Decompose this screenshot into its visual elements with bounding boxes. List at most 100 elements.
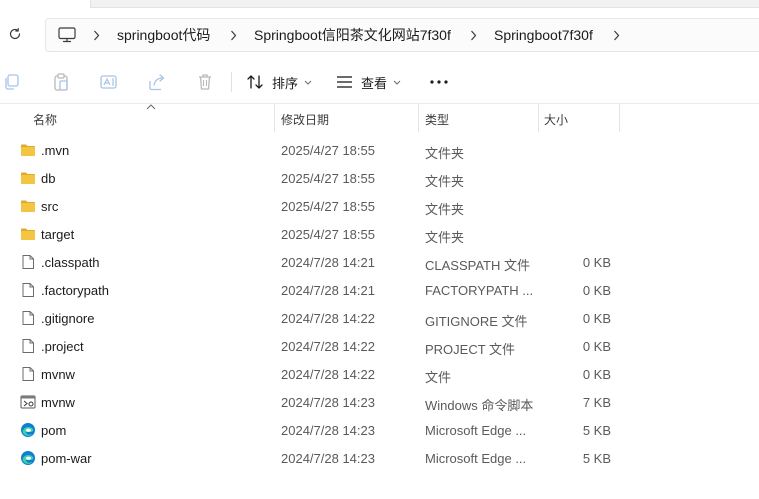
column-divider[interactable] [619, 104, 620, 132]
file-name: src [41, 199, 59, 214]
file-type: GITIGNORE 文件 [425, 314, 528, 329]
file-row[interactable]: .classpath 2024/7/28 14:21 CLASSPATH 文件 0 K… [0, 248, 759, 276]
file-type: Windows 命令脚本 [425, 398, 534, 413]
file-size: 0 KB [582, 283, 611, 298]
file-type: 文件夹 [425, 174, 465, 189]
file-modified-date: 2024/7/28 14:22 [281, 367, 375, 382]
file-row[interactable]: .gitignore 2024/7/28 14:22 GITIGNORE 文件 0 K… [0, 304, 759, 332]
view-button[interactable]: 查看 [336, 70, 401, 94]
sort-icon [247, 75, 263, 89]
file-row[interactable]: src 2025/4/27 18:55 文件夹 [0, 192, 759, 220]
file-size: 0 KB [582, 339, 611, 354]
file-modified-date: 2024/7/28 14:23 [281, 395, 375, 410]
column-header-size[interactable]: 大小 [544, 111, 568, 128]
file-type: 文件夹 [425, 202, 465, 217]
cmd-script-icon [20, 394, 36, 410]
file-icon [20, 282, 36, 298]
this-pc-icon[interactable] [58, 27, 76, 43]
share-icon[interactable] [147, 72, 167, 92]
file-size: 0 KB [582, 367, 611, 382]
previous-toolbar-edge [90, 0, 759, 8]
file-name: .mvn [41, 143, 70, 158]
refresh-icon [9, 28, 21, 40]
column-header-type[interactable]: 类型 [425, 111, 449, 128]
folder-icon [20, 142, 36, 158]
file-type: Microsoft Edge ... [425, 423, 527, 438]
folder-icon [20, 170, 36, 186]
file-row[interactable]: mvnw 2024/7/28 14:22 文件 0 KB [0, 360, 759, 388]
file-type: CLASSPATH 文件 [425, 258, 530, 273]
breadcrumb-item-project-folder[interactable]: Springboot信阳茶文化网站7f30f [254, 26, 451, 44]
column-divider[interactable] [538, 104, 539, 132]
file-size: 5 KB [582, 451, 611, 466]
file-row[interactable]: .factorypath 2024/7/28 14:21 FACTORYPATH .… [0, 276, 759, 304]
more-options-button[interactable] [428, 70, 450, 94]
breadcrumb-item-springboot-code[interactable]: springboot代码 [117, 26, 210, 44]
file-name: .gitignore [41, 311, 95, 326]
delete-icon[interactable] [195, 72, 215, 92]
edge-icon [20, 422, 36, 438]
folder-icon [20, 198, 36, 214]
file-explorer-window: springboot代码 Springboot信阳茶文化网站7f30f Spri… [0, 0, 759, 499]
file-modified-date: 2024/7/28 14:21 [281, 283, 375, 298]
paste-icon[interactable] [51, 72, 71, 92]
column-header-name[interactable]: 名称 [33, 111, 57, 128]
file-type: PROJECT 文件 [425, 342, 516, 357]
file-row[interactable]: pom-war 2024/7/28 14:23 Microsoft Edge ...… [0, 444, 759, 472]
file-type: 文件夹 [425, 146, 465, 161]
file-size: 5 KB [582, 423, 611, 438]
file-modified-date: 2025/4/27 18:55 [281, 199, 375, 214]
file-name: .classpath [41, 255, 100, 270]
edge-icon [20, 450, 36, 466]
toolbar-divider [231, 72, 232, 92]
chevron-down-icon [393, 80, 401, 85]
file-name: pom [41, 423, 67, 438]
file-modified-date: 2024/7/28 14:21 [281, 255, 375, 270]
sort-button[interactable]: 排序 [247, 70, 312, 94]
file-row[interactable]: .mvn 2025/4/27 18:55 文件夹 [0, 136, 759, 164]
file-name: mvnw [41, 367, 75, 382]
file-modified-date: 2025/4/27 18:55 [281, 171, 375, 186]
file-size: 0 KB [582, 255, 611, 270]
file-icon [20, 254, 36, 270]
column-header-row: 名称 修改日期 类型 大小 [0, 104, 759, 132]
copy-icon[interactable] [2, 72, 22, 92]
file-type: FACTORYPATH ... [425, 283, 534, 298]
command-bar: 排序 查看 [0, 60, 759, 104]
address-bar[interactable]: springboot代码 Springboot信阳茶文化网站7f30f Spri… [45, 18, 759, 52]
file-row[interactable]: .project 2024/7/28 14:22 PROJECT 文件 0 KB [0, 332, 759, 360]
file-list: .mvn 2025/4/27 18:55 文件夹 db 2025/4/27 18:55… [0, 136, 759, 472]
file-icon [20, 366, 36, 382]
file-modified-date: 2024/7/28 14:23 [281, 423, 375, 438]
file-modified-date: 2024/7/28 14:22 [281, 311, 375, 326]
file-row[interactable]: mvnw 2024/7/28 14:23 Windows 命令脚本 7 KB [0, 388, 759, 416]
file-icon [20, 338, 36, 354]
sort-ascending-arrow-icon [146, 104, 156, 110]
column-divider[interactable] [418, 104, 419, 132]
refresh-button[interactable] [4, 24, 26, 44]
chevron-right-icon[interactable] [468, 28, 478, 42]
sort-label: 排序 [272, 75, 299, 91]
rename-icon[interactable] [99, 72, 119, 92]
file-row[interactable]: target 2025/4/27 18:55 文件夹 [0, 220, 759, 248]
file-size: 7 KB [582, 395, 611, 410]
file-type: 文件 [425, 370, 452, 385]
file-name: db [41, 171, 56, 186]
file-modified-date: 2024/7/28 14:22 [281, 339, 375, 354]
file-name: .factorypath [41, 283, 109, 298]
column-divider[interactable] [274, 104, 275, 132]
file-modified-date: 2025/4/27 18:55 [281, 143, 375, 158]
view-label: 查看 [361, 75, 388, 91]
breadcrumb-item-current-folder[interactable]: Springboot7f30f [494, 26, 593, 44]
file-row[interactable]: pom 2024/7/28 14:23 Microsoft Edge ... 5 KB [0, 416, 759, 444]
more-dots-icon [430, 80, 448, 84]
folder-icon [20, 226, 36, 242]
file-name: .project [41, 339, 84, 354]
chevron-right-icon[interactable] [611, 28, 621, 42]
file-row[interactable]: db 2025/4/27 18:55 文件夹 [0, 164, 759, 192]
column-header-date[interactable]: 修改日期 [281, 111, 329, 128]
file-modified-date: 2025/4/27 18:55 [281, 227, 375, 242]
chevron-right-icon[interactable] [91, 28, 101, 42]
file-icon [20, 310, 36, 326]
chevron-right-icon[interactable] [228, 28, 238, 42]
